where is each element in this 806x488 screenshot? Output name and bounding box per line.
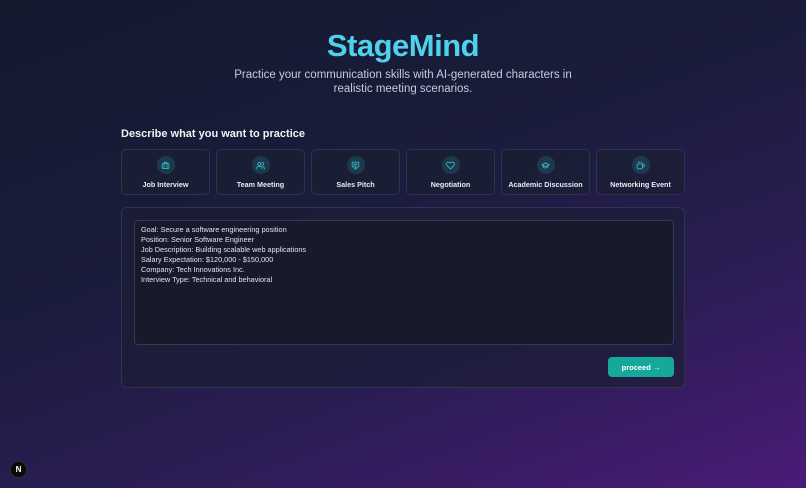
scenario-networking-event[interactable]: Networking Event [596, 149, 685, 195]
scenario-negotiation[interactable]: Negotiation [406, 149, 495, 195]
scenario-job-interview[interactable]: Job Interview [121, 149, 210, 195]
description-line: Salary Expectation: $120,000 - $150,000 [141, 254, 274, 264]
scenario-label: Sales Pitch [336, 180, 375, 189]
description-line: Goal: Secure a software engineering posi… [141, 225, 287, 234]
scenario-team-meeting[interactable]: Team Meeting [216, 149, 305, 195]
description-line: Position: Senior Software Engineer [141, 234, 255, 244]
proceed-button[interactable]: proceed → [608, 357, 674, 377]
scenario-label: Academic Discussion [508, 180, 583, 189]
description-line: Job Description: Building scalable web a… [141, 244, 307, 254]
scenario-options: Job Interview Team Meeting Sales Pitch N… [121, 149, 685, 195]
heart-icon [441, 156, 460, 174]
scenario-academic-discussion[interactable]: Academic Discussion [501, 149, 590, 195]
app-title: StageMind [326, 28, 480, 63]
scenario-panel: Goal: Secure a software engineering posi… [121, 207, 685, 388]
app-subtitle: Practice your communication skills with … [234, 69, 572, 95]
scenario-label: Team Meeting [236, 180, 285, 189]
scenario-label: Networking Event [610, 180, 671, 189]
nextjs-dev-badge[interactable]: N [10, 461, 27, 478]
description-line: Company: Tech Innovations Inc. [141, 264, 245, 274]
graduation-cap-icon [536, 156, 555, 174]
scenario-label: Job Interview [142, 180, 189, 189]
scenario-label: Negotiation [430, 180, 471, 189]
coffee-icon [631, 156, 650, 174]
section-title: Describe what you want to practice [121, 128, 305, 140]
scenario-description-input[interactable]: Goal: Secure a software engineering posi… [134, 220, 674, 345]
description-line: Interview Type: Technical and behavioral [141, 274, 273, 284]
users-icon [251, 156, 270, 174]
scenario-sales-pitch[interactable]: Sales Pitch [311, 149, 400, 195]
presentation-icon [346, 156, 365, 174]
briefcase-icon [156, 156, 175, 174]
